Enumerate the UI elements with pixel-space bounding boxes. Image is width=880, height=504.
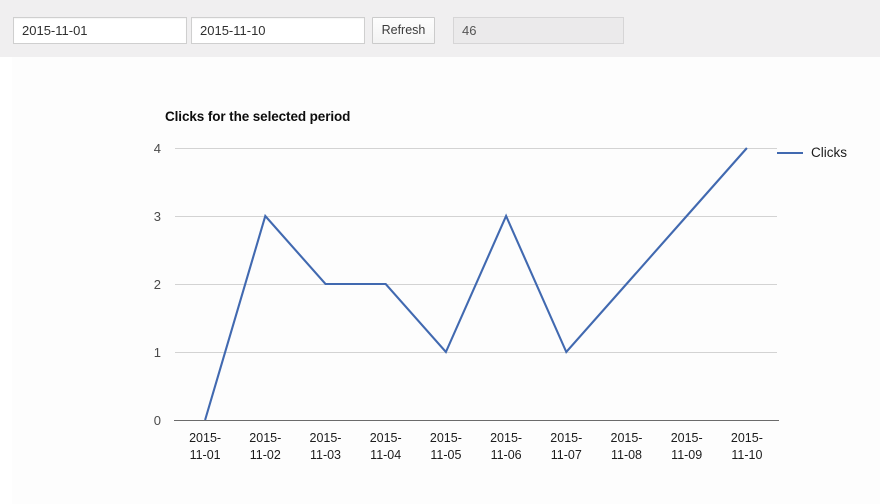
y-tick-label: 4 — [154, 141, 161, 156]
date-to-input[interactable] — [191, 17, 365, 44]
filter-toolbar: Refresh — [13, 17, 624, 44]
chart-plot-svg: 01234 2015-11-012015-11-022015-11-032015… — [154, 141, 779, 462]
gridlines-group — [175, 148, 777, 353]
y-axis-tick-labels: 0 1 2 3 4 — [154, 141, 161, 428]
x-tick-label: 2015-11-07 — [550, 431, 582, 462]
x-tick-label: 2015-11-01 — [189, 431, 221, 462]
chart-legend: Clicks — [777, 145, 847, 160]
y-tick-label: 0 — [154, 413, 161, 428]
x-tick-label: 2015-11-04 — [370, 431, 402, 462]
y-tick-label: 1 — [154, 345, 161, 360]
x-tick-label: 2015-11-02 — [249, 431, 281, 462]
clicks-line-chart: Clicks for the selected period 01234 201… — [12, 57, 880, 504]
x-tick-label: 2015-11-03 — [310, 431, 342, 462]
x-tick-label: 2015-11-09 — [671, 431, 703, 462]
refresh-button[interactable]: Refresh — [372, 17, 435, 44]
total-count-field[interactable] — [453, 17, 624, 44]
x-tick-label: 2015-11-05 — [430, 431, 462, 462]
legend-label-clicks: Clicks — [811, 145, 847, 160]
x-tick-label: 2015-11-06 — [490, 431, 522, 462]
toolbar-band: Refresh — [0, 0, 880, 57]
y-tick-label: 3 — [154, 209, 161, 224]
x-tick-label: 2015-11-08 — [611, 431, 643, 462]
x-axis-tick-labels: 2015-11-01 2015-11-02 2015-11-03 2015-11-04… — [189, 431, 763, 462]
date-from-input[interactable] — [13, 17, 187, 44]
y-tick-label: 2 — [154, 277, 161, 292]
content-card: Clicks for the selected period 01234 201… — [12, 57, 880, 504]
x-tick-label: 2015-11-10 — [731, 431, 763, 462]
legend-swatch-clicks — [777, 151, 803, 154]
